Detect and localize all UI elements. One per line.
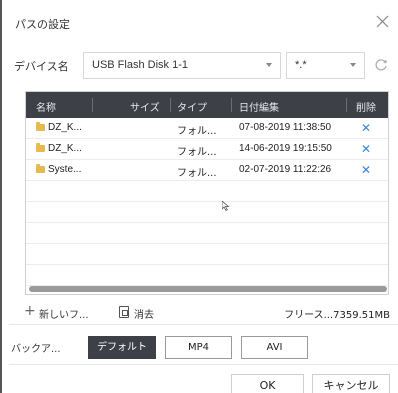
column-header-type[interactable]: タイプ [177, 99, 207, 114]
window-edge [0, 0, 2, 393]
format-mp4-button[interactable]: MP4 [165, 336, 232, 359]
table-header: 名称 サイズ タイプ 日付編集 削除 [26, 92, 388, 118]
path-settings-dialog: パスの設定 デバイス名 USB Flash Disk 1-1 *.* 名称 サイ… [9, 6, 398, 393]
device-select[interactable]: USB Flash Disk 1-1 [83, 52, 281, 79]
row-type: フォル... [177, 147, 217, 158]
horizontal-scrollbar[interactable] [29, 286, 387, 292]
empty-row [26, 265, 388, 286]
row-date: 14-06-2019 19:15:50 [239, 143, 332, 154]
backup-format-row: バックア... デフォルト MP4 AVI [9, 336, 398, 360]
mouse-cursor-icon [222, 201, 230, 211]
ok-button[interactable]: OK [231, 374, 304, 393]
delete-icon[interactable]: ✕ [361, 163, 371, 177]
divider [9, 324, 398, 325]
dialog-title: パスの設定 [15, 18, 70, 31]
refresh-icon[interactable] [374, 58, 388, 72]
title-bar: パスの設定 [9, 6, 398, 36]
row-date: 02-07-2019 11:22:26 [239, 164, 332, 175]
empty-row [26, 223, 388, 244]
plus-icon[interactable]: + [24, 304, 36, 318]
row-name: Syste... [48, 164, 82, 175]
column-header-delete: 削除 [356, 103, 376, 114]
file-filter-select[interactable]: *.* [286, 52, 365, 79]
chevron-down-icon [350, 63, 356, 67]
column-divider [346, 98, 347, 112]
free-space-value: フリース...7359.51MB [284, 310, 390, 321]
erase-button[interactable]: 消去 [134, 306, 154, 321]
delete-icon[interactable]: ✕ [361, 121, 371, 135]
file-filter-value: *.* [295, 59, 307, 71]
column-divider [231, 98, 232, 112]
column-header-size[interactable]: サイズ [130, 99, 160, 114]
folder-icon [36, 164, 45, 173]
table-row[interactable]: DZ_K... フォル... 07-08-2019 11:38:50 ✕ [26, 118, 388, 139]
format-default-button[interactable]: デフォルト [88, 336, 156, 359]
row-type: フォル... [177, 126, 217, 137]
row-date: 07-08-2019 11:38:50 [239, 122, 332, 133]
column-divider [92, 98, 93, 112]
format-avi-button[interactable]: AVI [241, 336, 308, 359]
folder-icon [36, 122, 45, 131]
row-type: フォル... [177, 168, 217, 179]
empty-row [26, 181, 388, 202]
empty-row [26, 244, 388, 265]
new-folder-button[interactable]: 新しいフ... [39, 306, 89, 321]
empty-row [26, 202, 388, 223]
folder-icon [36, 143, 45, 152]
column-header-date[interactable]: 日付編集 [239, 99, 279, 114]
chevron-down-icon [266, 63, 272, 67]
cancel-button[interactable]: キャンセル [312, 374, 390, 393]
row-name: DZ_K... [48, 143, 82, 154]
device-select-value: USB Flash Disk 1-1 [92, 59, 188, 71]
column-divider [170, 98, 171, 112]
dialog-footer: OK キャンセル [9, 374, 398, 393]
file-table: 名称 サイズ タイプ 日付編集 削除 DZ_K... フォル... 07-08-… [25, 91, 389, 295]
file-actions-row: + 新しいフ... 消去 フリース...7359.51MB [9, 302, 398, 322]
divider [9, 364, 398, 365]
row-name: DZ_K... [48, 122, 82, 133]
document-icon[interactable] [119, 306, 129, 318]
column-header-name[interactable]: 名称 [36, 99, 56, 114]
device-row: デバイス名 USB Flash Disk 1-1 *.* [9, 52, 398, 80]
delete-icon[interactable]: ✕ [361, 142, 371, 156]
device-name-label: デバイス名 [14, 60, 69, 73]
table-row[interactable]: DZ_K... フォル... 14-06-2019 19:15:50 ✕ [26, 139, 388, 160]
table-row[interactable]: Syste... フォル... 02-07-2019 11:22:26 ✕ [26, 160, 388, 181]
close-icon[interactable] [376, 15, 389, 28]
backup-label: バックア... [11, 344, 61, 355]
